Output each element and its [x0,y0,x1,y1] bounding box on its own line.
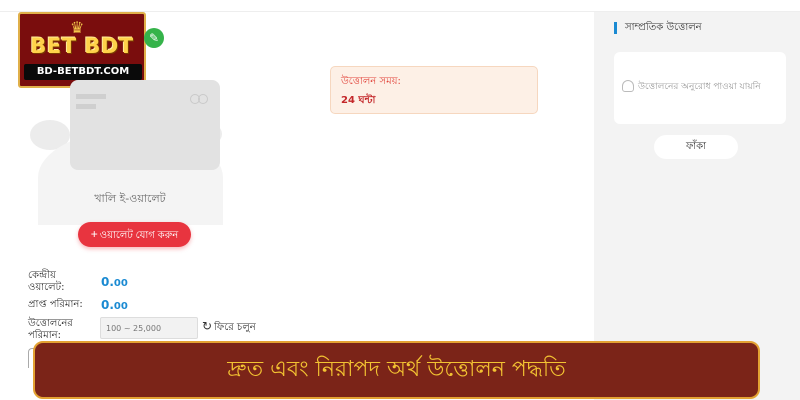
received-amount-value: 0.00 [101,298,128,312]
banner-text: দ্রুত এবং নিরাপদ অর্থ উত্তোলন পদ্ধতি [227,356,566,382]
recent-withdrawals-title: সাম্প্রতিক উত্তোলন [614,22,702,34]
caption-banner: দ্রুত এবং নিরাপদ অর্থ উত্তোলন পদ্ধতি [33,341,760,399]
withdraw-amount-label-line1: উত্তোলনের [28,318,73,329]
no-requests-message: উত্তোলনের অনুরোধ পাওয়া যায়নি [638,82,761,92]
withdraw-time-value: 24 ঘন্টা [341,95,376,106]
central-wallet-decimals: 00 [113,278,128,289]
add-wallet-label: ওয়ালেট যোগ করুন [99,230,179,241]
withdraw-time-notice: উত্তোলন সময়: 24 ঘন্টা [330,66,538,114]
back-button[interactable]: ↻ ফিরে চলুন [202,319,256,337]
received-amount-label: প্রাপ্ত পরিমান: [28,299,83,310]
empty-pill-button[interactable]: ফাঁকা [654,135,738,159]
plus-icon: + [90,227,98,241]
empty-wallet-illustration [30,60,230,225]
withdraw-amount-label: উত্তোলনের পরিমান: [28,318,73,342]
top-bar [0,0,800,12]
pencil-icon[interactable]: ✎ [144,28,164,48]
recent-withdrawals-card: উত্তোলনের অনুরোধ পাওয়া যায়নি [614,52,786,124]
central-wallet-label: কেন্দ্রীয় ওয়ালেট: [28,270,64,294]
central-wallet-value: 0.00 [101,275,128,289]
withdraw-amount-input[interactable] [100,317,198,339]
logo-brand: BET BDT [30,34,134,58]
empty-wallet-label: খালি ই-ওয়ালেট [94,192,166,205]
central-wallet-label-line2: ওয়ালেট: [28,282,65,293]
back-label: ফিরে চলুন [214,322,256,333]
inbox-icon [622,80,634,92]
received-amount: 0. [101,298,114,312]
refresh-icon: ↻ [202,319,213,333]
received-decimals: 00 [113,301,128,312]
central-wallet-label-line1: কেন্দ্রীয় [28,270,56,281]
withdraw-time-label: উত্তোলন সময়: [341,76,401,87]
central-wallet-amount: 0. [101,275,114,289]
add-wallet-button[interactable]: + ওয়ালেট যোগ করুন [78,222,191,247]
